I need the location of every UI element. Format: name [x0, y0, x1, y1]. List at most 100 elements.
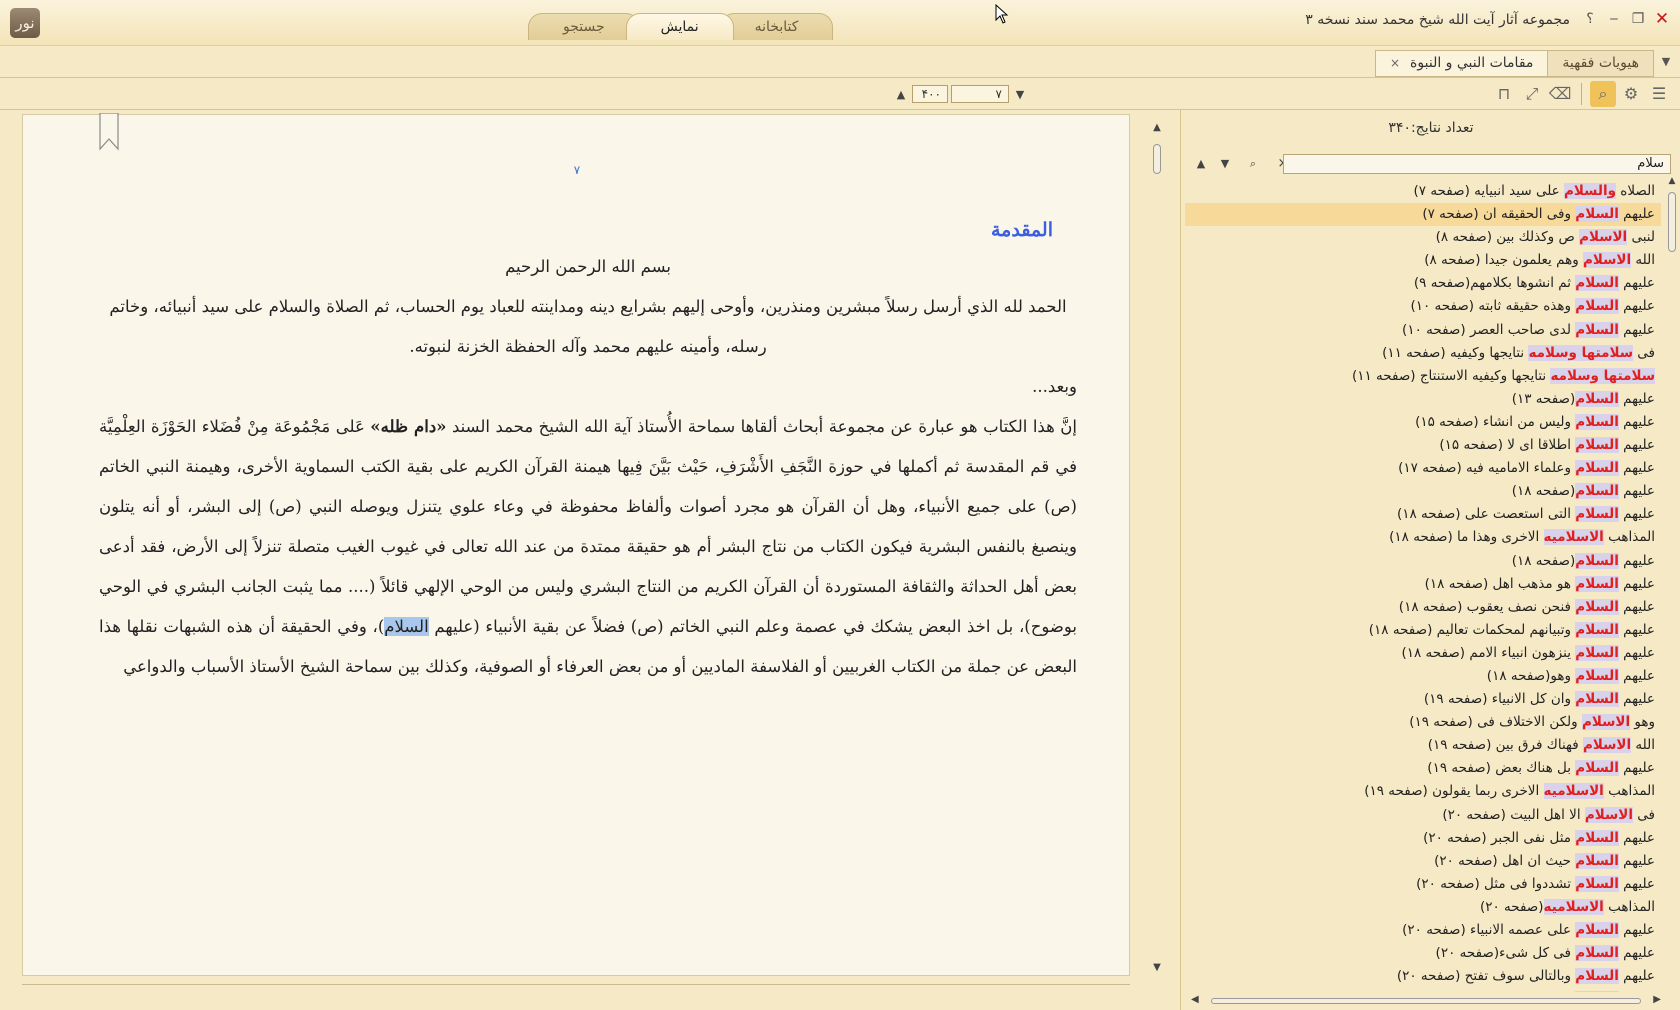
result-item[interactable]: وهو الاسلام ولكن الاختلاف فى (صفحه ۱۹) [1185, 711, 1661, 734]
restore-button[interactable]: ❐ [1628, 9, 1648, 29]
scroll-thumb[interactable] [1668, 192, 1676, 252]
book-tab-list: هیویات فقهیة مقامات النبي و النبوة × [1374, 50, 1654, 77]
result-keyword: السلام [1575, 275, 1619, 292]
result-item[interactable]: عليهم السلام التى استعصت على (صفحه ۱۸) [1185, 503, 1661, 526]
scroll-right-icon[interactable]: ▶ [1653, 994, 1661, 1005]
search-results-panel: تعداد نتایج:۳۴۰ ▲ ▼ ⌕ × سلام الصلاه والس… [1180, 110, 1680, 1010]
tab-library[interactable]: کتابخانه [719, 13, 834, 40]
page-down-button[interactable]: ▼ [1012, 86, 1028, 103]
result-item[interactable]: عليهم السلام وهذه حقيقه ثابته (صفحه ۱۰) [1185, 295, 1661, 318]
result-item[interactable]: عليهم السلام بل هناك بعض (صفحه ۱۹) [1185, 757, 1661, 780]
book-content: بسم الله الرحمن الرحيم الحمد لله الذي أر… [99, 247, 1077, 687]
scroll-left-icon[interactable]: ◀ [1191, 994, 1199, 1005]
result-item[interactable]: المذاهب الاسلاميه(صفحه ۲۰) [1185, 896, 1661, 919]
result-item[interactable]: عليهم السلام فى كل شىء(صفحه ۲۰) [1185, 942, 1661, 965]
basmala: بسم الله الرحمن الرحيم [505, 257, 671, 276]
result-item[interactable]: سلامتها وسلامه نتايجها وكيفيه الاستنتاج … [1185, 365, 1661, 388]
result-item[interactable]: لنبى الاسلام ص وكذلك بين (صفحه ۸) [1185, 226, 1661, 249]
scroll-down-icon[interactable]: ▼ [1150, 962, 1164, 976]
result-item[interactable]: المذاهب الاسلاميه الاخرى وهذا ما (صفحه ۱… [1185, 526, 1661, 549]
search-icon[interactable]: ⌕ [1243, 154, 1263, 174]
book-tab-fiqh[interactable]: هیویات فقهیة [1547, 50, 1654, 77]
result-text: تشددوا فى مثل (صفحه ۲۰) [1416, 875, 1576, 892]
scroll-thumb[interactable] [1211, 998, 1641, 1004]
result-text: مثل نفى الجبر (صفحه ۲۰) [1423, 829, 1576, 846]
result-item[interactable]: عليهم السلام فنحن نصف يعقوب (صفحه ۱۸) [1185, 596, 1661, 619]
result-item[interactable]: عليهم السلام هو مذهب اهل (صفحه ۱۸) [1185, 573, 1661, 596]
result-text: عليهم [1618, 413, 1655, 430]
fullscreen-icon[interactable]: ⤢ [1519, 81, 1545, 107]
result-item[interactable]: الله الاسلام وهم يعلمون جيدا (صفحه ۸) [1185, 249, 1661, 272]
eraser-icon[interactable]: ⌫ [1547, 81, 1573, 107]
scroll-up-icon[interactable]: ▲ [1665, 176, 1679, 188]
result-keyword: السلام [1575, 875, 1619, 892]
result-item[interactable]: عليهم السلام تشددوا فى مثل (صفحه ۲۰) [1185, 873, 1661, 896]
result-item[interactable]: عليهم السلام وعلماء الاماميه فيه (صفحه ۱… [1185, 457, 1661, 480]
result-text: الصلاه [1616, 183, 1655, 199]
book-tab-bar: هیویات فقهیة مقامات النبي و النبوة × ▼ [0, 46, 1680, 78]
body-text: عَلى مَجْمُوعَة مِنْ فُضَلاء الحَوْزَة ا… [99, 417, 1078, 636]
result-item[interactable]: عليهم السلام وتبيانهم لمحكمات تعاليم (صف… [1185, 619, 1661, 642]
result-item[interactable]: فى سلامتها وسلامه نتايجها وكيفيه (صفحه ۱… [1185, 342, 1661, 365]
result-text: وهو(صفحه ۱۸) [1486, 667, 1576, 684]
search-icon[interactable]: ⌕ [1590, 81, 1616, 107]
result-item[interactable]: عليهم السلام ثم انشوها بكلامهم(صفحه ۹) [1185, 272, 1661, 295]
result-item[interactable]: عليهم السلام(صفحه ۱۳) [1185, 388, 1661, 411]
results-scrollbar[interactable]: ▲ [1665, 176, 1679, 994]
result-text: لنبى [1627, 229, 1655, 246]
result-keyword: الاسلام [1583, 252, 1632, 269]
next-result-button[interactable]: ▼ [1215, 154, 1235, 174]
scroll-up-icon[interactable]: ▲ [1150, 122, 1164, 136]
result-item[interactable]: عليهم السلام وبالتالى سوف تفتح (صفحه ۲۰) [1185, 965, 1661, 988]
result-item[interactable]: عليهم السلام(صفحه ۱۸) [1185, 550, 1661, 573]
result-item[interactable]: عليهم السلام وان كل الانبياء (صفحه ۱۹) [1185, 688, 1661, 711]
close-button[interactable]: ✕ [1652, 9, 1672, 29]
previous-result-button[interactable]: ▲ [1191, 154, 1211, 174]
result-item[interactable]: عليهم السلام وهو(صفحه ۱۸) [1185, 665, 1661, 688]
book-tab-label: مقامات النبي و النبوة [1410, 55, 1534, 71]
result-text: الاخرى ربما يقولون (صفحه ۱۹) [1364, 783, 1544, 800]
result-text: على عصمه الانبياء (صفحه ۲۰) [1402, 922, 1576, 938]
result-item[interactable]: عليهم السلام اطلاقا اى لا (صفحه ۱۵) [1185, 434, 1661, 457]
result-item[interactable]: عليهم السلام ينزهون انبياء الامم (صفحه ۱… [1185, 642, 1661, 665]
result-item[interactable]: عليهم السلام يجتهدون ويستنتجون ويخطئون (… [1185, 988, 1661, 992]
result-text: عليهم [1618, 852, 1655, 869]
reader-scrollbar[interactable]: ▲ ▼ [1150, 118, 1164, 980]
result-item[interactable]: عليهم السلام وفى الحقيقه ان (صفحه ۷) [1185, 203, 1661, 227]
result-text: عليهم [1618, 621, 1655, 638]
result-item[interactable]: فى الاسلام الا اهل البيت (صفحه ۲۰) [1185, 804, 1661, 827]
scroll-thumb[interactable] [1153, 144, 1161, 174]
list-icon[interactable]: ☰ [1646, 81, 1672, 107]
result-item[interactable]: الله الاسلام فهناك فرق بين (صفحه ۱۹) [1185, 734, 1661, 757]
app-logo-icon[interactable]: نور [10, 8, 40, 38]
result-item[interactable]: عليهم السلام وليس من انشاء (صفحه ۱۵) [1185, 411, 1661, 434]
help-button[interactable]: ؟ [1580, 9, 1600, 29]
tab-view[interactable]: نمایش [625, 13, 734, 40]
reader-page: ۷ المقدمة بسم الله الرحمن الرحيم الحمد ل… [22, 113, 1130, 976]
close-tab-icon[interactable]: × [1390, 51, 1400, 76]
result-text: لدى صاحب العصر (صفحه ۱۰) [1402, 321, 1576, 338]
result-item[interactable]: الصلاه والسلام على سيد انبيايه (صفحه ۷) [1185, 180, 1661, 203]
toolbar-divider [1581, 83, 1582, 105]
result-text: اطلاقا اى لا (صفحه ۱۵) [1439, 437, 1576, 454]
result-keyword: السلام [1575, 644, 1619, 661]
result-item[interactable]: عليهم السلام(صفحه ۱۸) [1185, 480, 1661, 503]
minimize-button[interactable]: ‒ [1604, 9, 1624, 29]
tab-search[interactable]: جستجو [528, 13, 640, 40]
chevron-down-icon[interactable]: ▼ [1656, 52, 1676, 72]
result-item[interactable]: المذاهب الاسلاميه الاخرى ربما يقولون (صف… [1185, 780, 1661, 803]
search-input[interactable]: سلام [1283, 154, 1671, 174]
page-up-button[interactable]: ▲ [893, 86, 909, 103]
results-horizontal-scrollbar[interactable]: ◀ ▶ [1191, 994, 1661, 1006]
result-item[interactable]: عليهم السلام لدى صاحب العصر (صفحه ۱۰) [1185, 319, 1661, 342]
result-item[interactable]: عليهم السلام على عصمه الانبياء (صفحه ۲۰) [1185, 919, 1661, 942]
gear-icon[interactable]: ⚙ [1618, 81, 1644, 107]
page-current-input[interactable]: ۷ [951, 85, 1009, 103]
result-item[interactable]: عليهم السلام حيث ان اهل (صفحه ۲۰) [1185, 850, 1661, 873]
result-item[interactable]: عليهم السلام مثل نفى الجبر (صفحه ۲۰) [1185, 827, 1661, 850]
book-tab-maqamat[interactable]: مقامات النبي و النبوة × [1374, 50, 1549, 77]
bookmark-icon[interactable]: ⊓ [1491, 81, 1517, 107]
page-navigator: ▲ ۴۰۰ ۷ ▼ [893, 85, 1028, 103]
bookmark-ribbon-icon[interactable] [99, 113, 119, 151]
result-keyword: السلام [1575, 298, 1619, 315]
